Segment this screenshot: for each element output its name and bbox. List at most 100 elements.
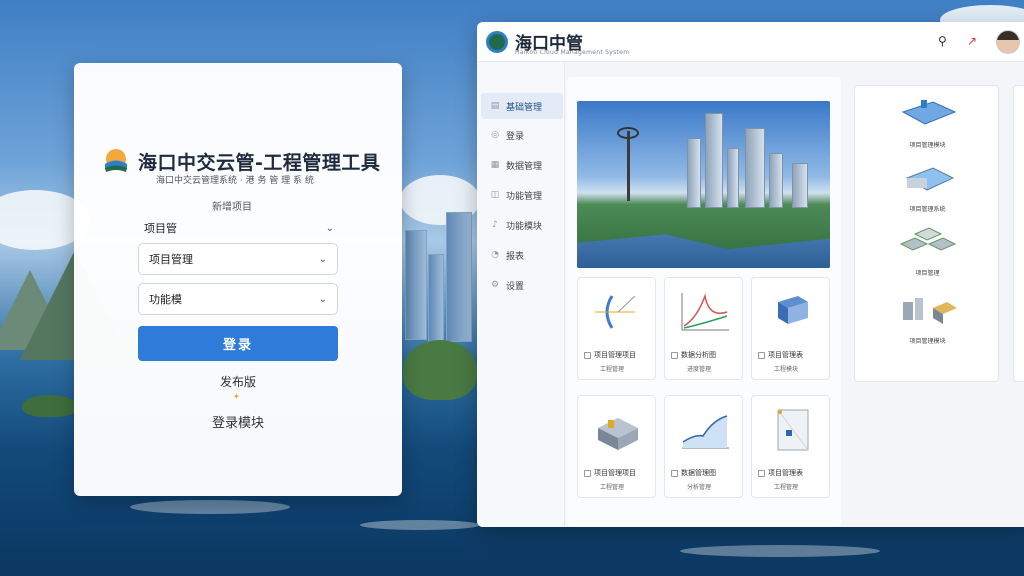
- sidebar-item-label: 登录: [506, 131, 525, 142]
- logo-icon: [102, 147, 130, 175]
- login-icon: ◎: [491, 130, 499, 140]
- card-title: 项目管理项目: [584, 350, 654, 360]
- card-subtitle: 进度管理: [687, 366, 712, 373]
- project-select[interactable]: 项目管理 ⌄: [138, 243, 338, 275]
- search-icon[interactable]: ⚲: [938, 34, 947, 48]
- wave: [130, 500, 290, 514]
- function-select[interactable]: 功能模 ⌄: [138, 283, 338, 315]
- tower: [405, 230, 427, 340]
- login-title: 海口中交云管-工程管理工具: [138, 151, 381, 174]
- island: [22, 395, 77, 417]
- buildings-icon: [902, 298, 957, 324]
- module-icon: ◫: [490, 190, 500, 200]
- river: [577, 234, 830, 268]
- checkbox[interactable]: [758, 469, 765, 477]
- island: [403, 340, 477, 400]
- tv-tower: [627, 131, 630, 201]
- right-panel-item[interactable]: 项目管理: [855, 226, 1000, 277]
- project-select-plain[interactable]: 项目管 ⌄: [144, 217, 334, 239]
- sidebar-item-module[interactable]: ♪ 功能模块: [481, 212, 563, 238]
- wave: [360, 520, 480, 530]
- module-card[interactable]: 项目管理表 工程管理: [751, 395, 830, 498]
- tv-tower-top: [617, 127, 639, 139]
- checkbox[interactable]: [758, 351, 765, 359]
- checkbox[interactable]: [584, 469, 591, 477]
- card-title: 数据管理图: [671, 468, 741, 478]
- card-title: 项目管理表: [758, 468, 828, 478]
- card-subtitle: 分析管理: [687, 484, 712, 491]
- server-block-icon: [778, 296, 808, 324]
- checkbox[interactable]: [584, 351, 591, 359]
- card-subtitle: 工程管理: [774, 484, 799, 491]
- right-panel-item[interactable]: 项目管理模块: [855, 98, 1000, 149]
- right-panel-label: 项目管理模块: [909, 338, 946, 345]
- help-link[interactable]: 发布版: [74, 373, 402, 390]
- hero-image: [577, 101, 830, 268]
- sidebar-item-label: 设置: [506, 281, 525, 292]
- sidebar-item-label: 报表: [506, 251, 525, 262]
- module-card[interactable]: 项目管理表 工程模块: [751, 277, 830, 380]
- module-card[interactable]: 数据分析图 进度管理: [664, 277, 743, 380]
- module-text: 登录模块: [211, 416, 264, 431]
- login-subtitle: 海口中交云管理系统 · 港 务 管 理 系 统: [156, 176, 314, 186]
- building: [687, 138, 701, 208]
- right-panel: 项目管理模块 项目管理系统 项目管理 项目管理模块: [854, 85, 999, 382]
- factory-icon: [598, 418, 638, 450]
- building: [727, 148, 739, 208]
- line-chart-icon: [681, 293, 729, 331]
- sparkle-icon: ✦: [233, 392, 240, 401]
- sidebar-item-label: 基础管理: [506, 102, 543, 113]
- module-card[interactable]: 项目管理项目 工程管理: [577, 277, 656, 380]
- chevron-down-icon: ⌄: [325, 222, 334, 234]
- building: [769, 153, 783, 208]
- right-edge-panel: [1013, 85, 1024, 382]
- sidebar-item-label: 数据管理: [506, 161, 543, 172]
- sidebar-item-login[interactable]: ◎ 登录: [481, 122, 563, 148]
- section-label: 新增项目: [212, 202, 252, 213]
- pool-icon: [901, 100, 956, 125]
- sidebar-item-data[interactable]: ▦ 数据管理: [481, 152, 563, 178]
- app-subtitle: Haikou Cloud Management System: [515, 49, 630, 56]
- building: [792, 163, 808, 208]
- card-title: 数据分析图: [671, 350, 741, 360]
- tower: [446, 212, 472, 342]
- sidebar: ▤ 基础管理 ◎ 登录 ▦ 数据管理 ◫ 功能管理 ♪ 功能模块 ◔ 报表 ⚙ …: [477, 62, 565, 527]
- module-card[interactable]: 项目管理项目 工程管理: [577, 395, 656, 498]
- app-logo-icon: [486, 31, 508, 53]
- tank-icon: [905, 167, 954, 191]
- right-panel-label: 项目管理: [915, 270, 940, 277]
- card-title: 项目管理表: [758, 350, 828, 360]
- chart-icon: ◔: [491, 250, 499, 260]
- tower: [428, 254, 444, 344]
- sidebar-item-function[interactable]: ◫ 功能管理: [481, 182, 563, 208]
- sidebar-item-base[interactable]: ▤ 基础管理: [481, 93, 563, 119]
- area-chart-icon: [682, 415, 729, 449]
- right-panel-label: 项目管理模块: [909, 142, 946, 149]
- chevron-down-icon: ⌄: [318, 293, 327, 305]
- mic-icon: ♪: [492, 220, 498, 230]
- avatar[interactable]: [996, 30, 1020, 54]
- building: [745, 128, 765, 208]
- login-card: 海口中交云管-工程管理工具 海口中交云管理系统 · 港 务 管 理 系 统 新增…: [74, 63, 402, 496]
- pin-icon[interactable]: ↗: [967, 34, 977, 48]
- sidebar-item-settings[interactable]: ⚙ 设置: [481, 272, 563, 298]
- sidebar-item-report[interactable]: ◔ 报表: [481, 242, 563, 268]
- module-card[interactable]: 数据管理图 分析管理: [664, 395, 743, 498]
- function-select-value: 功能模: [149, 293, 182, 306]
- right-panel-item[interactable]: 项目管理系统: [855, 162, 1000, 213]
- list-icon: ▤: [490, 101, 500, 111]
- lens-diagram-icon: [595, 295, 636, 329]
- wave: [680, 545, 880, 557]
- login-logo-row: 海口中交云管-工程管理工具: [102, 147, 380, 175]
- project-select-plain-value: 项目管: [144, 222, 177, 235]
- grid-icon: ▦: [490, 160, 500, 170]
- chevron-down-icon: ⌄: [318, 253, 327, 265]
- right-panel-item[interactable]: 项目管理模块: [855, 294, 1000, 345]
- sidebar-item-label: 功能管理: [506, 191, 543, 202]
- blocks-icon: [899, 227, 956, 251]
- checkbox[interactable]: [671, 351, 678, 359]
- login-button[interactable]: 登录: [138, 326, 338, 361]
- right-panel-label: 项目管理系统: [909, 206, 946, 213]
- main-panel: 项目管理项目 工程管理 数据分析图 进度管理 项目管理表 工程模块 项目管理项目…: [567, 77, 841, 527]
- checkbox[interactable]: [671, 469, 678, 477]
